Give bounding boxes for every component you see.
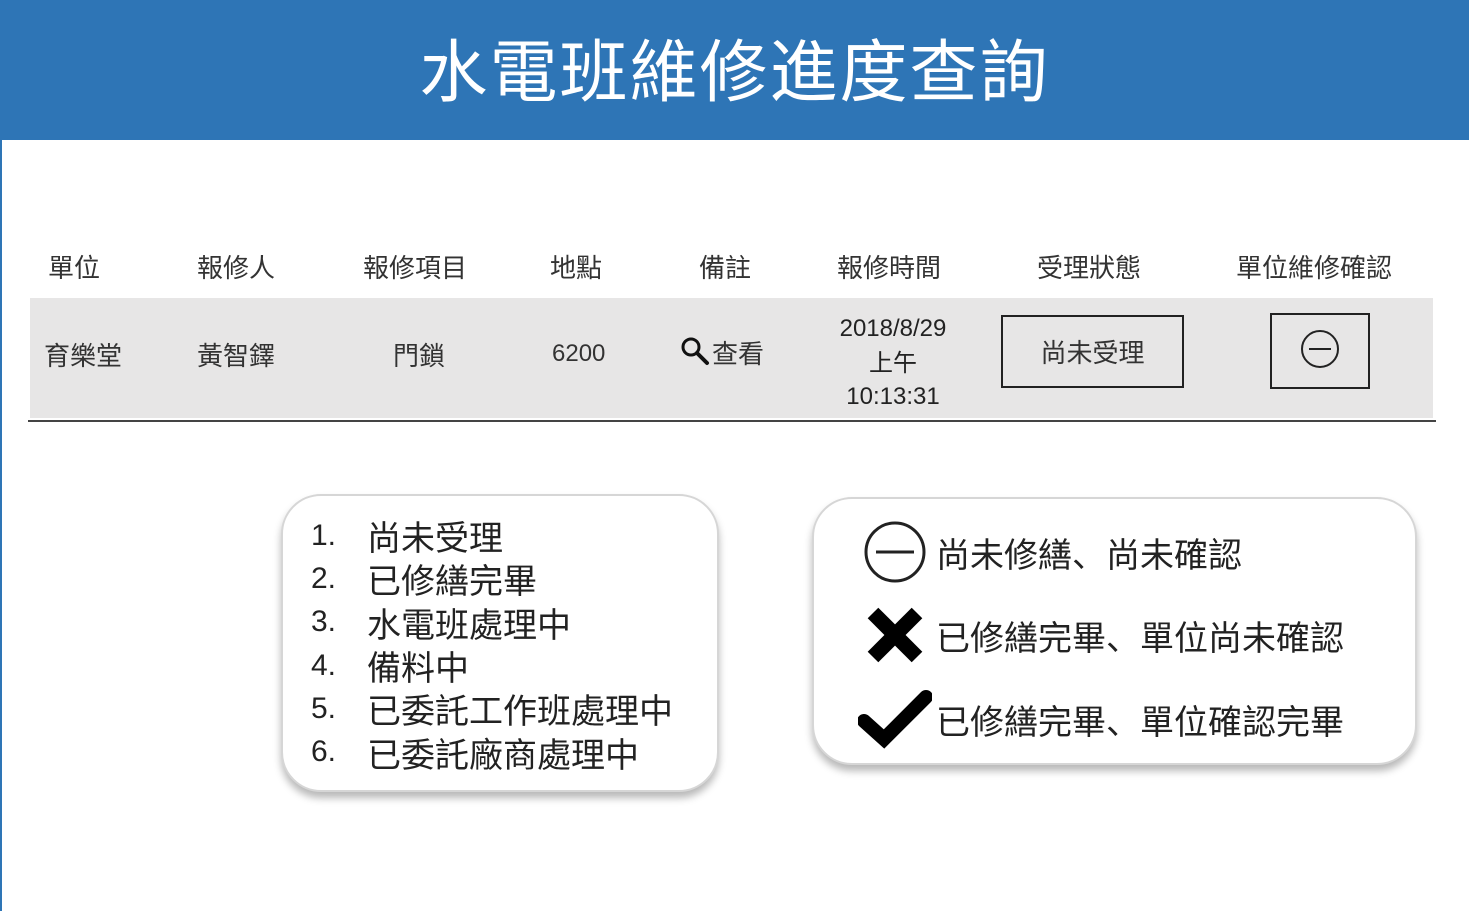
column-header-location: 地點 bbox=[550, 254, 603, 284]
legend-label: 已修繕完畢、單位確認完畢 bbox=[936, 702, 1344, 743]
check-icon bbox=[854, 689, 936, 749]
cell-report-time: 2018/8/29 上午 10:13:31 bbox=[820, 312, 966, 414]
cell-unit: 育樂堂 bbox=[44, 342, 123, 372]
column-header-remark: 備註 bbox=[699, 254, 752, 284]
status-label: 水電班處理中 bbox=[367, 605, 571, 646]
list-item: 3. 水電班處理中 bbox=[311, 601, 673, 646]
status-button[interactable]: 尚未受理 bbox=[1001, 315, 1184, 388]
list-item: 4. 備料中 bbox=[311, 644, 673, 690]
remark-view-link[interactable]: 查看 bbox=[680, 334, 764, 371]
status-index: 3. bbox=[311, 605, 337, 639]
status-label: 已委託廠商處理中 bbox=[367, 735, 639, 776]
list-item: 2. 已修繕完畢 bbox=[311, 557, 673, 603]
legend-row-pending: 尚未修繕、尚未確認 bbox=[854, 519, 1242, 585]
cell-item: 門鎖 bbox=[393, 342, 446, 372]
column-header-item: 報修項目 bbox=[363, 254, 468, 284]
list-item: 1. 尚未受理 bbox=[311, 514, 673, 560]
column-header-report-time: 報修時間 bbox=[837, 254, 942, 284]
table-bottom-divider bbox=[28, 420, 1436, 422]
left-border bbox=[0, 140, 2, 911]
status-label: 已修繕完畢 bbox=[367, 562, 537, 603]
minus-circle-icon bbox=[854, 519, 936, 585]
header-bar: 水電班維修進度查詢 bbox=[0, 0, 1469, 140]
cell-location: 6200 bbox=[552, 340, 606, 367]
legend-label: 尚未修繕、尚未確認 bbox=[936, 535, 1242, 576]
status-label: 尚未受理 bbox=[367, 519, 503, 560]
status-index: 5. bbox=[311, 691, 337, 725]
cell-reporter: 黃智鐸 bbox=[197, 342, 276, 372]
status-index: 1. bbox=[311, 518, 337, 552]
column-header-unit: 單位 bbox=[48, 254, 101, 284]
page-title: 水電班維修進度查詢 bbox=[419, 33, 1050, 113]
page: 水電班維修進度查詢 單位 報修人 報修項目 地點 備註 報修時間 受理狀態 單位… bbox=[0, 0, 1469, 911]
report-clock: 10:13:31 bbox=[846, 383, 940, 410]
cross-icon bbox=[854, 604, 936, 666]
status-label: 備料中 bbox=[367, 649, 469, 690]
status-legend-list: 1. 尚未受理 2. 已修繕完畢 3. 水電班處理中 4. 備料中 5. 已委託… bbox=[311, 514, 673, 776]
report-period: 上午 bbox=[869, 349, 917, 377]
search-icon bbox=[680, 336, 710, 370]
report-date: 2018/8/29 bbox=[839, 315, 947, 342]
legend-row-confirmed: 已修繕完畢、單位確認完畢 bbox=[854, 689, 1344, 749]
remark-view-label: 查看 bbox=[712, 340, 765, 370]
column-header-reporter: 報修人 bbox=[197, 254, 276, 284]
legend-row-unconfirmed: 已修繕完畢、單位尚未確認 bbox=[854, 604, 1344, 666]
minus-circle-icon bbox=[1299, 328, 1341, 374]
column-header-confirm: 單位維修確認 bbox=[1236, 254, 1393, 284]
status-label: 尚未受理 bbox=[1040, 339, 1145, 369]
status-index: 2. bbox=[311, 561, 337, 595]
column-header-status: 受理狀態 bbox=[1037, 254, 1142, 284]
status-index: 6. bbox=[311, 735, 337, 769]
status-legend-card: 1. 尚未受理 2. 已修繕完畢 3. 水電班處理中 4. 備料中 5. 已委託… bbox=[281, 494, 719, 792]
list-item: 6. 已委託廠商處理中 bbox=[311, 730, 673, 776]
status-index: 4. bbox=[311, 648, 337, 682]
icon-legend-card: 尚未修繕、尚未確認 已修繕完畢、單位尚未確認 已修繕完畢、單位確認完畢 bbox=[812, 497, 1417, 765]
status-label: 已委託工作班處理中 bbox=[367, 692, 673, 733]
legend-label: 已修繕完畢、單位尚未確認 bbox=[936, 618, 1344, 659]
list-item: 5. 已委託工作班處理中 bbox=[311, 687, 673, 733]
confirm-button[interactable] bbox=[1270, 313, 1370, 389]
